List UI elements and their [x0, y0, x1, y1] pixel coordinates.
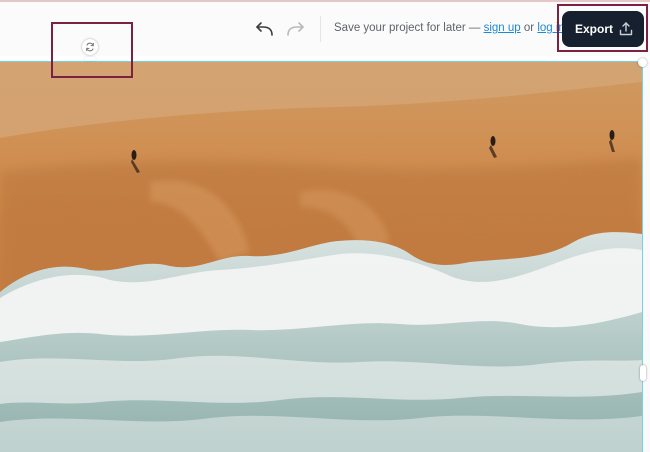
rotate-button[interactable]: [82, 39, 98, 55]
redo-arrow-icon: [287, 22, 304, 36]
rotate-handle-stem: [84, 57, 96, 61]
canvas-image[interactable]: [0, 62, 642, 452]
redo-button[interactable]: [284, 18, 308, 42]
toolbar-divider: [320, 16, 321, 42]
canvas-right-gutter: [643, 62, 650, 452]
export-label: Export: [575, 22, 614, 36]
log-in-link[interactable]: log in: [537, 22, 565, 34]
selection-edge-top: [0, 61, 643, 62]
beach-aerial-image: [0, 62, 642, 452]
export-button[interactable]: Export: [562, 11, 644, 47]
resize-handle-right[interactable]: [640, 365, 646, 381]
save-prompt-text: Save your project for later —: [334, 22, 481, 34]
save-project-prompt: Save your project for later — sign up or…: [334, 22, 565, 34]
sign-up-link[interactable]: sign up: [484, 22, 521, 34]
undo-arrow-icon: [256, 22, 273, 36]
resize-handle-top-right[interactable]: [638, 58, 647, 67]
or-text: or: [523, 22, 535, 34]
rotate-icon: [86, 42, 94, 52]
selection-edge-right: [642, 61, 643, 452]
upload-icon: [619, 22, 633, 36]
undo-button[interactable]: [252, 18, 276, 42]
